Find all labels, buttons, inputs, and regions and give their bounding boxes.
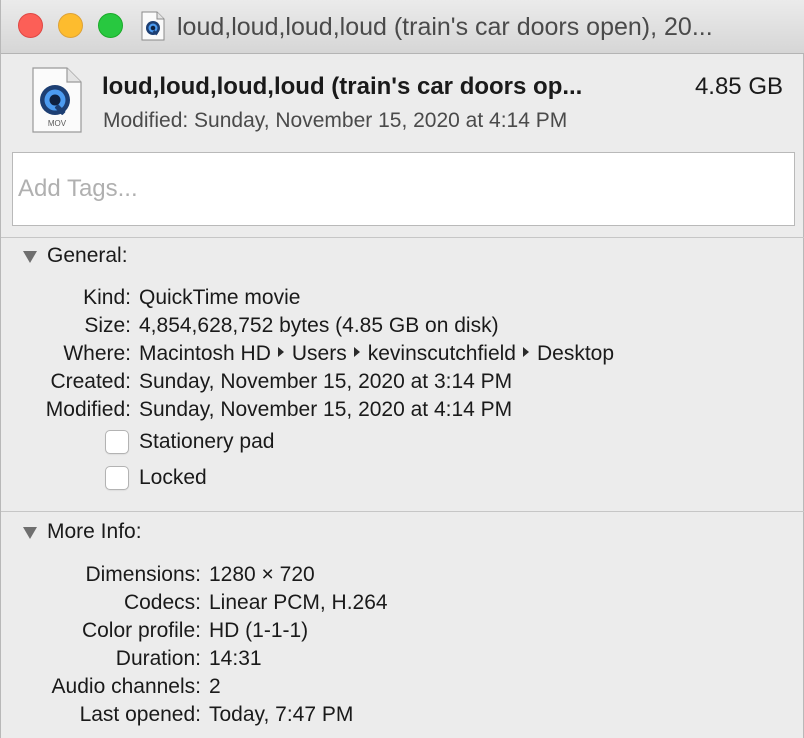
modified-summary: Modified: Sunday, November 15, 2020 at 4… (103, 109, 568, 132)
last-opened-value: Today, 7:47 PM (209, 703, 354, 726)
path-separator-icon (353, 347, 360, 357)
created-row: Created: Sunday, November 15, 2020 at 3:… (1, 368, 804, 396)
file-name: loud,loud,loud,loud (train's car doors o… (102, 73, 583, 100)
codecs-value: Linear PCM, H.264 (209, 591, 388, 614)
minimize-button[interactable] (58, 13, 83, 38)
path-item[interactable]: Macintosh HD (139, 342, 271, 365)
codecs-row: Codecs: Linear PCM, H.264 (1, 589, 804, 617)
size-row: Size: 4,854,628,752 bytes (4.85 GB on di… (1, 312, 804, 340)
path-item[interactable]: Users (292, 342, 347, 365)
audio-channels-label: Audio channels: (51, 675, 201, 698)
color-profile-value: HD (1-1-1) (209, 619, 309, 642)
modified-row: Modified: Sunday, November 15, 2020 at 4… (1, 396, 804, 424)
stationery-pad-option[interactable]: Stationery pad (105, 428, 274, 456)
path-item[interactable]: kevinscutchfield (368, 342, 516, 365)
divider (1, 237, 804, 238)
quicktime-file-icon[interactable] (141, 11, 165, 41)
zoom-button[interactable] (98, 13, 123, 38)
locked-option[interactable]: Locked (105, 464, 207, 492)
window-title: loud,loud,loud,loud (train's car doors o… (177, 13, 713, 41)
more-info-section-header[interactable]: More Info: (23, 519, 142, 545)
duration-row: Duration: 14:31 (1, 645, 804, 673)
more-info-section-title: More Info: (47, 520, 142, 543)
kind-label: Kind: (83, 286, 131, 309)
locked-label[interactable]: Locked (139, 464, 207, 492)
title-bar[interactable]: loud,loud,loud,loud (train's car doors o… (1, 0, 804, 54)
kind-row: Kind: QuickTime movie (1, 284, 804, 312)
size-value: 4,854,628,752 bytes (4.85 GB on disk) (139, 314, 499, 337)
color-profile-row: Color profile: HD (1-1-1) (1, 617, 804, 645)
dimensions-value: 1280 × 720 (209, 563, 315, 586)
locked-checkbox[interactable] (105, 466, 129, 490)
file-size: 4.85 GB (694, 73, 783, 100)
color-profile-label: Color profile: (81, 619, 201, 642)
audio-channels-row: Audio channels: 2 (1, 673, 804, 701)
divider (1, 511, 804, 512)
where-path: Macintosh HD Users kevinscutchfield Desktop (139, 340, 614, 368)
general-section-title: General: (47, 244, 128, 267)
dimensions-label: Dimensions: (85, 563, 201, 586)
path-separator-icon (522, 347, 529, 357)
path-separator-icon (277, 347, 284, 357)
kind-value: QuickTime movie (139, 286, 301, 309)
size-label: Size: (84, 314, 131, 337)
created-value: Sunday, November 15, 2020 at 3:14 PM (139, 370, 513, 393)
disclosure-triangle-icon[interactable] (23, 250, 37, 263)
dimensions-row: Dimensions: 1280 × 720 (1, 561, 804, 589)
path-item[interactable]: Desktop (537, 342, 614, 365)
duration-value: 14:31 (209, 647, 262, 670)
created-label: Created: (50, 370, 131, 393)
where-label: Where: (63, 342, 131, 365)
codecs-label: Codecs: (123, 591, 201, 614)
last-opened-label: Last opened: (79, 703, 201, 726)
disclosure-triangle-icon[interactable] (23, 526, 37, 539)
stationery-pad-checkbox[interactable] (105, 430, 129, 454)
modified-label: Modified: (45, 398, 131, 421)
general-section-header[interactable]: General: (23, 243, 128, 269)
get-info-window: loud,loud,loud,loud (train's car doors o… (0, 0, 804, 738)
where-row: Where: Macintosh HD Users kevinscutchfield… (1, 340, 804, 368)
modified-value: Sunday, November 15, 2020 at 4:14 PM (139, 398, 513, 421)
file-extension-label: MOV (48, 119, 67, 128)
audio-channels-value: 2 (209, 675, 221, 698)
tags-input[interactable] (12, 152, 795, 226)
stationery-pad-label[interactable]: Stationery pad (139, 428, 274, 456)
close-button[interactable] (18, 13, 43, 38)
quicktime-file-icon[interactable]: MOV (31, 67, 83, 133)
last-opened-row: Last opened: Today, 7:47 PM (1, 701, 804, 729)
duration-label: Duration: (115, 647, 201, 670)
